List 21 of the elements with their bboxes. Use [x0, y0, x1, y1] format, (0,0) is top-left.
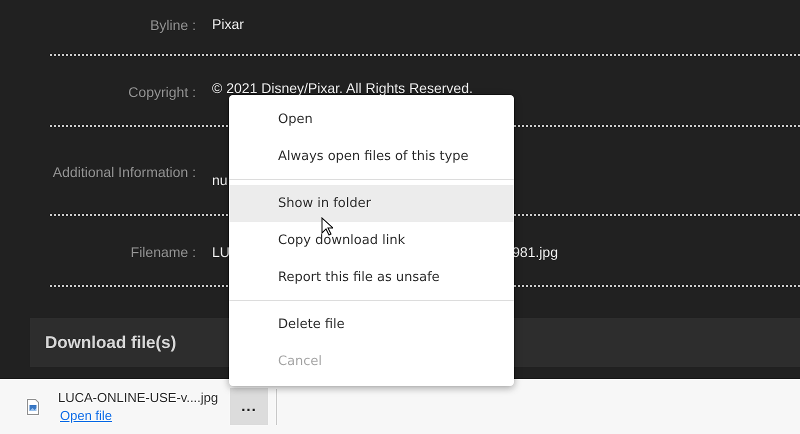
- menu-item[interactable]: Show in folder: [229, 185, 514, 222]
- field-value: LU: [212, 244, 230, 260]
- field-label: Additional Information :: [52, 162, 196, 180]
- menu-item[interactable]: Open: [229, 101, 514, 138]
- field-value: © 2021 Disney/Pixar. All Rights Reserved.: [212, 80, 473, 96]
- field-label: Byline :: [149, 16, 196, 34]
- mouse-cursor-icon: [321, 217, 333, 236]
- field-label: Copyright :: [127, 82, 196, 100]
- menu-item[interactable]: Copy download link: [229, 222, 514, 259]
- more-options-button[interactable]: ...: [230, 388, 268, 425]
- field-value: 981.jpg: [512, 244, 558, 260]
- menu-item[interactable]: Always open files of this type: [229, 138, 514, 180]
- download-filename: LUCA-ONLINE-USE-v....jpg: [58, 390, 220, 405]
- menu-item[interactable]: Delete file: [229, 306, 514, 343]
- field-label: Filename :: [130, 242, 196, 260]
- menu-item[interactable]: Report this file as unsafe: [229, 259, 514, 301]
- field-value: nu: [212, 172, 228, 188]
- download-heading: Download file(s): [45, 332, 176, 352]
- image-file-icon[interactable]: [27, 398, 39, 414]
- field-value: Pixar: [212, 16, 244, 32]
- open-file-link[interactable]: Open file: [60, 408, 230, 423]
